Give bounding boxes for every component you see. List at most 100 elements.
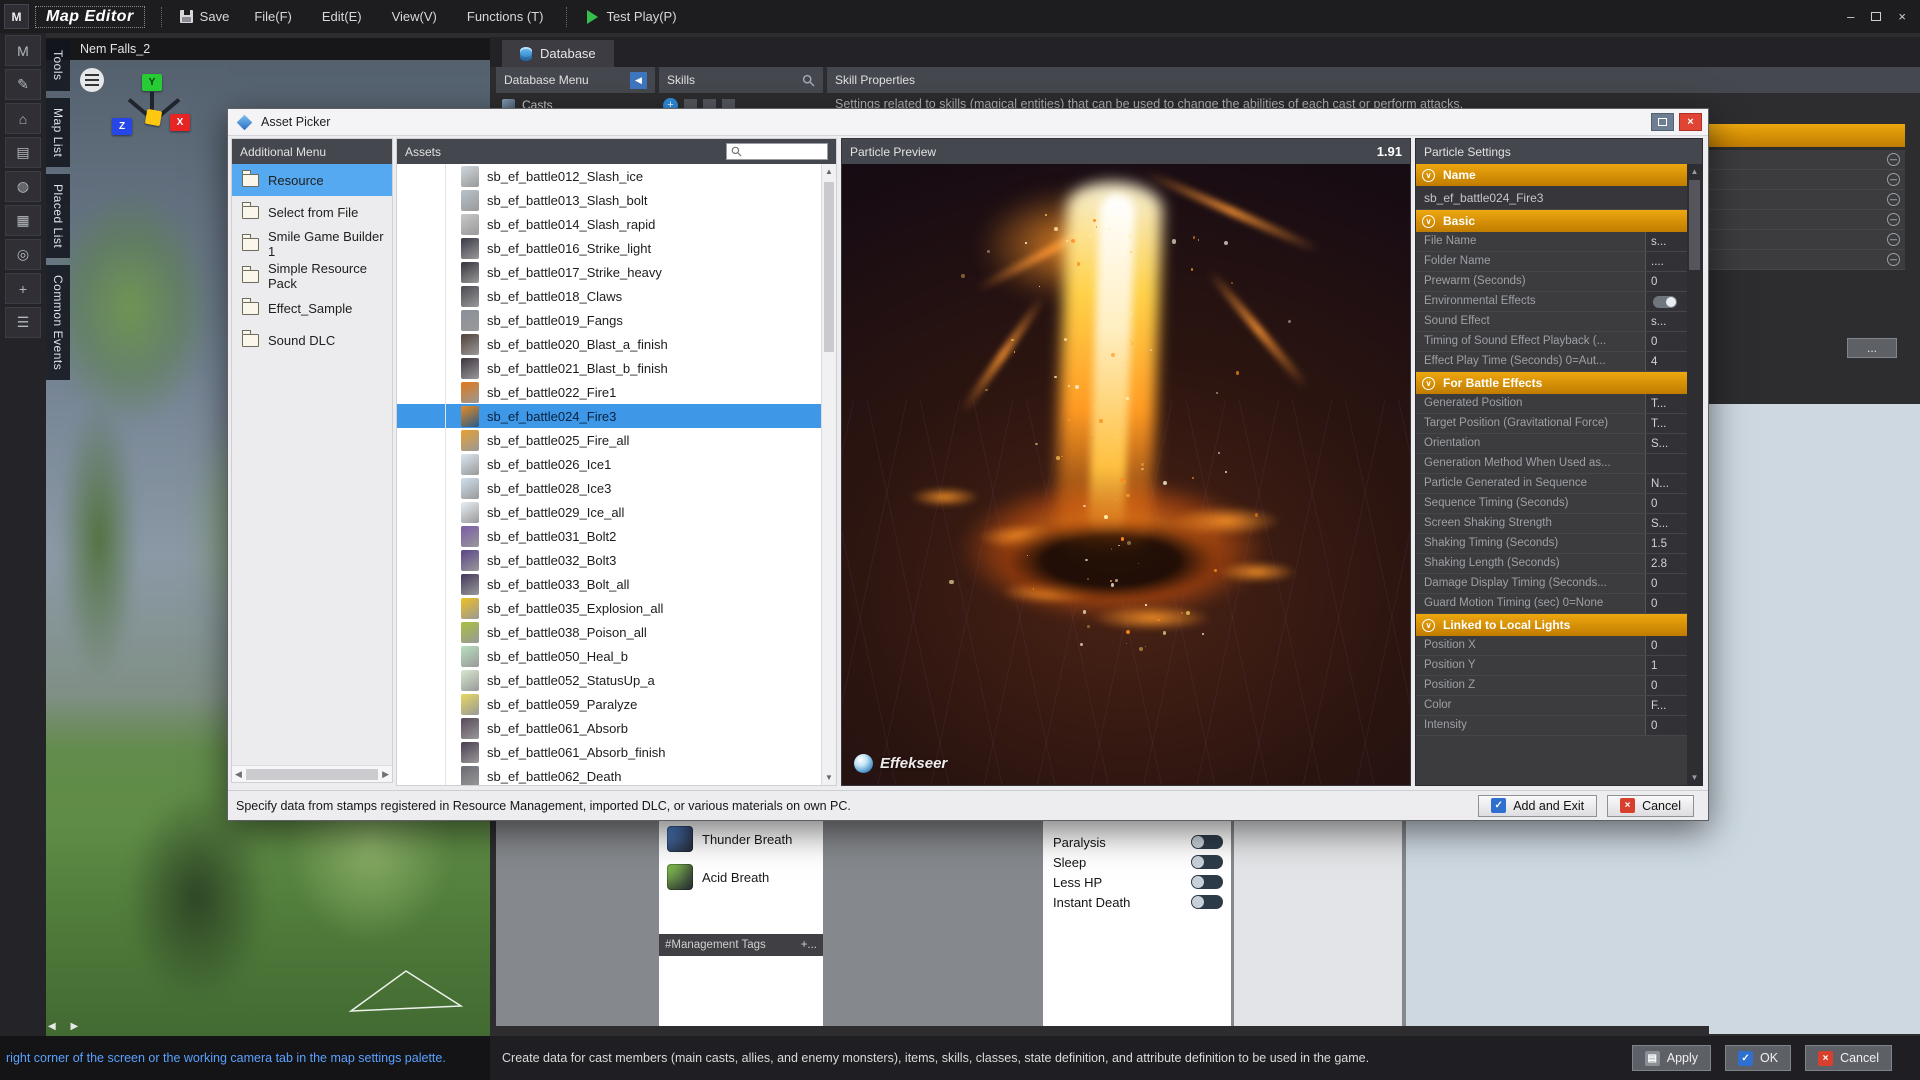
remove-icon[interactable] (1887, 153, 1900, 166)
asset-item[interactable]: sb_ef_battle025_Fire_all (397, 428, 821, 452)
side-tab-tools[interactable]: Tools (46, 40, 70, 91)
scrollbar-thumb[interactable] (824, 182, 834, 352)
menu-edit-e[interactable]: Edit(E) (307, 0, 377, 33)
gizmo-y-axis[interactable]: Y (142, 74, 162, 91)
menu-item-select-from-file[interactable]: Select from File (232, 196, 392, 228)
skill-item-thunder-breath[interactable]: Thunder Breath (659, 820, 823, 858)
setting-value[interactable]: T... (1645, 414, 1687, 433)
setting-value[interactable]: 0 (1645, 676, 1687, 695)
particle-preview-canvas[interactable]: Effekseer (842, 164, 1410, 785)
collapse-panel-button[interactable]: ◀ (630, 72, 647, 89)
cancel-button[interactable]: × Cancel (1805, 1045, 1892, 1071)
axis-gizmo[interactable]: Y Z X (104, 74, 200, 150)
setting-value[interactable]: s... (1645, 232, 1687, 251)
menu-functions-t[interactable]: Functions (T) (452, 0, 559, 33)
remove-icon[interactable] (1887, 193, 1900, 206)
app-icon[interactable]: M (4, 4, 29, 29)
scrollbar-thumb[interactable] (1689, 180, 1700, 270)
add-tag-button[interactable]: +... (801, 939, 817, 951)
draw-tool-icon[interactable]: ✎ (5, 69, 41, 100)
menu-item-effect-sample[interactable]: Effect_Sample (232, 292, 392, 324)
scroll-right-icon[interactable]: ▶ (382, 769, 389, 780)
remove-icon[interactable] (1887, 253, 1900, 266)
menu-item-simple-resource-pack[interactable]: Simple Resource Pack (232, 260, 392, 292)
setting-value[interactable] (1645, 454, 1687, 473)
asset-item[interactable]: sb_ef_battle061_Absorb_finish (397, 740, 821, 764)
asset-item[interactable]: sb_ef_battle062_Death (397, 764, 821, 785)
map-menu-button[interactable] (80, 68, 104, 92)
building-tool-icon[interactable]: ⌂ (5, 103, 41, 134)
close-button[interactable]: × (1898, 9, 1906, 24)
setting-value[interactable]: s... (1645, 312, 1687, 331)
state-toggle[interactable] (1191, 875, 1223, 889)
setting-value[interactable]: 1 (1645, 656, 1687, 675)
asset-item[interactable]: sb_ef_battle021_Blast_b_finish (397, 356, 821, 380)
ok-button[interactable]: ✓ OK (1725, 1045, 1791, 1071)
asset-item[interactable]: sb_ef_battle020_Blast_a_finish (397, 332, 821, 356)
dialog-close-button[interactable]: × (1679, 113, 1702, 131)
setting-value[interactable]: 0 (1645, 716, 1687, 735)
asset-item[interactable]: sb_ef_battle012_Slash_ice (397, 164, 821, 188)
sphere-tool-icon[interactable]: ◍ (5, 171, 41, 202)
asset-item[interactable]: sb_ef_battle013_Slash_bolt (397, 188, 821, 212)
app-logo-icon[interactable]: M (5, 35, 41, 66)
state-toggle[interactable] (1191, 895, 1223, 909)
asset-item[interactable]: sb_ef_battle016_Strike_light (397, 236, 821, 260)
map-scroll-arrows[interactable]: ◀ ▶ (48, 1021, 84, 1032)
gizmo-x-axis[interactable]: X (170, 114, 190, 131)
asset-item[interactable]: sb_ef_battle052_StatusUp_a (397, 668, 821, 692)
asset-item[interactable]: sb_ef_battle029_Ice_all (397, 500, 821, 524)
toggle-switch[interactable] (1653, 296, 1677, 308)
settings-section-header[interactable]: ∨Name (1416, 164, 1687, 186)
asset-item[interactable]: sb_ef_battle061_Absorb (397, 716, 821, 740)
asset-item[interactable]: sb_ef_battle018_Claws (397, 284, 821, 308)
map-status-link[interactable]: right corner of the screen or the workin… (6, 1051, 446, 1065)
dialog-title-bar[interactable]: Asset Picker × (228, 109, 1708, 136)
scroll-down-icon[interactable]: ▼ (822, 773, 836, 782)
setting-value[interactable]: 0 (1645, 272, 1687, 291)
setting-value[interactable]: 1.5 (1645, 534, 1687, 553)
setting-value[interactable]: 4 (1645, 352, 1687, 371)
scroll-down-icon[interactable]: ▼ (1687, 773, 1702, 782)
asset-item[interactable]: sb_ef_battle050_Heal_b (397, 644, 821, 668)
setting-value[interactable]: 2.8 (1645, 554, 1687, 573)
scroll-up-icon[interactable]: ▲ (1687, 167, 1702, 176)
settings-section-header[interactable]: ∨Linked to Local Lights (1416, 614, 1687, 636)
apply-button[interactable]: ▤ Apply (1632, 1045, 1711, 1071)
asset-item[interactable]: sb_ef_battle028_Ice3 (397, 476, 821, 500)
setting-value[interactable]: 0 (1645, 494, 1687, 513)
add-tool-icon[interactable]: + (5, 273, 41, 304)
setting-value[interactable]: 0 (1645, 636, 1687, 655)
asset-item[interactable]: sb_ef_battle022_Fire1 (397, 380, 821, 404)
side-tab-common-events[interactable]: Common Events (46, 265, 70, 380)
more-options-button[interactable]: ... (1847, 338, 1897, 358)
asset-item[interactable]: sb_ef_battle033_Bolt_all (397, 572, 821, 596)
scrollbar-thumb[interactable] (246, 769, 378, 780)
tile-tool-icon[interactable]: ▦ (5, 205, 41, 236)
scroll-left-icon[interactable]: ◀ (235, 769, 242, 780)
asset-item[interactable]: sb_ef_battle014_Slash_rapid (397, 212, 821, 236)
vertical-scrollbar[interactable]: ▲ ▼ (1687, 164, 1702, 785)
remove-icon[interactable] (1887, 173, 1900, 186)
setting-value[interactable]: 0 (1645, 332, 1687, 351)
asset-item[interactable]: sb_ef_battle032_Bolt3 (397, 548, 821, 572)
asset-item[interactable]: sb_ef_battle017_Strike_heavy (397, 260, 821, 284)
save-button[interactable]: Save (170, 9, 240, 24)
map-title-bar[interactable]: Nem Falls_2 (46, 38, 490, 60)
dialog-cancel-button[interactable]: × Cancel (1607, 795, 1694, 817)
setting-value[interactable]: 0 (1645, 574, 1687, 593)
setting-value[interactable]: .... (1645, 252, 1687, 271)
asset-item[interactable]: sb_ef_battle019_Fangs (397, 308, 821, 332)
vertical-scrollbar[interactable]: ▲ ▼ (821, 164, 836, 785)
maximize-button[interactable] (1871, 12, 1881, 21)
settings-section-header[interactable]: ∨For Battle Effects (1416, 372, 1687, 394)
side-tab-placed-list[interactable]: Placed List (46, 174, 70, 258)
side-tab-map-list[interactable]: Map List (46, 98, 70, 167)
terrain-tool-icon[interactable]: ▤ (5, 137, 41, 168)
search-icon[interactable] (802, 74, 815, 87)
asset-item[interactable]: sb_ef_battle024_Fire3 (397, 404, 821, 428)
setting-value[interactable]: S... (1645, 434, 1687, 453)
horizontal-scrollbar[interactable]: ◀ ▶ (232, 765, 392, 782)
setting-value[interactable]: N... (1645, 474, 1687, 493)
gizmo-center[interactable] (145, 109, 162, 126)
